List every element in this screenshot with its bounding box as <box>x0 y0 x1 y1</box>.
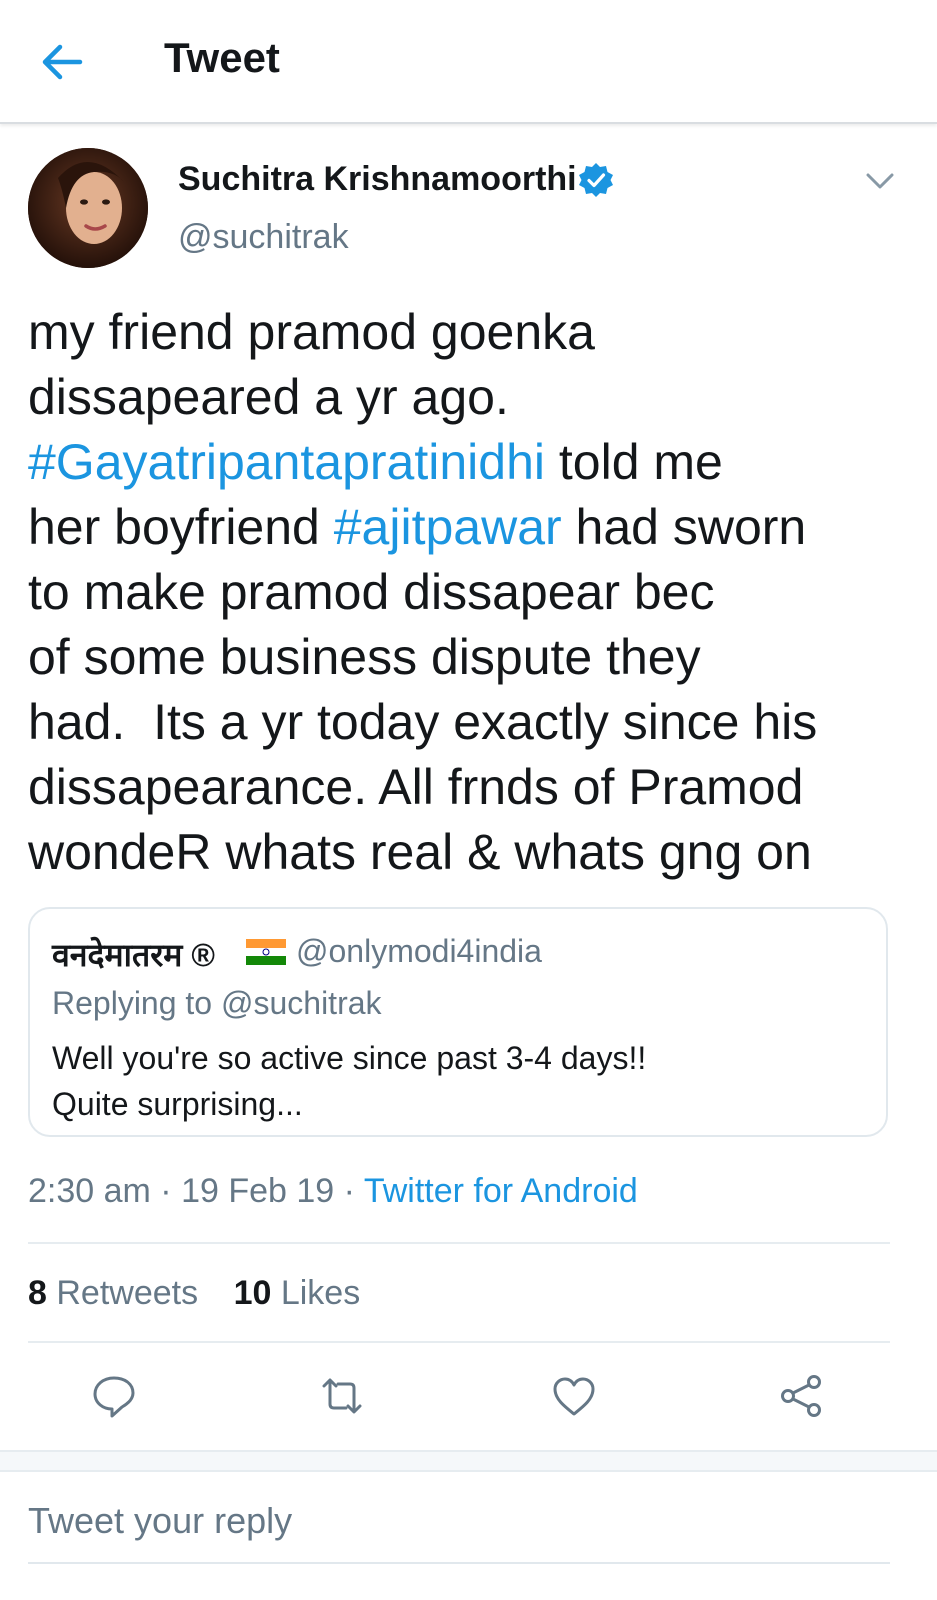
tweet-text-line: my friend pramod goenka <box>28 300 918 365</box>
tweet-text-line: to make pramod dissapear bec <box>28 560 918 625</box>
likes-label: Likes <box>280 1274 361 1312</box>
quoted-replying-to: Replying to @suchitrak <box>52 985 382 1021</box>
chevron-down-icon[interactable] <box>862 166 898 196</box>
tweet-text: my friend pramod goenka dissapeared a yr … <box>28 300 918 885</box>
tweet-text-segment: her boyfriend <box>28 499 334 555</box>
tweet-text-line: dissapeared a yr ago. <box>28 365 918 430</box>
india-flag-icon <box>246 939 286 965</box>
page-title: Tweet <box>164 34 280 81</box>
reply-input[interactable]: Tweet your reply <box>28 1500 292 1542</box>
retweets-label: Retweets <box>56 1274 199 1312</box>
like-icon[interactable] <box>550 1372 598 1420</box>
tweet-text-line: #Gayatripantapratinidhi told me <box>28 430 918 495</box>
tweet-text-segment: dissapearance. All frnds of Pramod <box>28 759 804 815</box>
retweet-icon[interactable] <box>318 1372 366 1420</box>
author-name[interactable]: Suchitra Krishnamoorthi <box>178 160 577 199</box>
tweet-text-line: dissapearance. All frnds of Pramod <box>28 755 918 820</box>
retweets-stat[interactable]: 8 Retweets <box>28 1274 198 1312</box>
tweet-meta: 2:30 am · 19 Feb 19 · Twitter for Androi… <box>28 1172 638 1211</box>
tweet-text-segment: told me <box>545 434 723 490</box>
likes-stat[interactable]: 10 Likes <box>234 1274 361 1312</box>
tweet-text-segment: to make pramod dissapear bec <box>28 564 715 620</box>
share-icon[interactable] <box>778 1372 826 1420</box>
divider <box>28 1242 890 1244</box>
divider <box>28 1341 890 1343</box>
quoted-text: Well you're so active since past 3-4 day… <box>52 1035 852 1127</box>
tweet-text-segment: had. Its a yr today exactly since his <box>28 694 818 750</box>
reply-input-underline <box>28 1562 890 1564</box>
tweet-text-line: had. Its a yr today exactly since his <box>28 690 918 755</box>
tweet-text-segment: had sworn <box>561 499 807 555</box>
hashtag-link[interactable]: #Gayatripantapratinidhi <box>28 434 545 490</box>
quoted-tweet[interactable]: वनदेमातरम ® @onlymodi4india Replying to … <box>28 907 888 1137</box>
quoted-author-name: वनदेमातरम ® <box>52 937 215 973</box>
tweet-text-line: her boyfriend #ajitpawar had sworn <box>28 495 918 560</box>
tweet-text-segment: wondeR whats real & whats gng on <box>28 824 812 880</box>
tweet-source-link[interactable]: Twitter for Android <box>364 1172 638 1210</box>
section-gap <box>0 1450 937 1472</box>
tweet-text-segment: my friend pramod goenka <box>28 304 595 360</box>
hashtag-link[interactable]: #ajitpawar <box>334 499 562 555</box>
author-handle[interactable]: @suchitrak <box>178 218 349 257</box>
tweet-text-segment: dissapeared a yr ago. <box>28 369 509 425</box>
tweet-text-segment: of some business dispute they <box>28 629 701 685</box>
quoted-author-handle: @onlymodi4india <box>296 933 542 969</box>
tweet-stats: 8 Retweets 10 Likes <box>28 1274 386 1313</box>
verified-badge-icon <box>579 163 613 197</box>
quoted-text-line: Quite surprising... <box>52 1086 303 1122</box>
meta-separator: · <box>150 1172 182 1210</box>
back-arrow-icon[interactable] <box>36 36 88 88</box>
tweet-text-line: wondeR whats real & whats gng on <box>28 820 918 885</box>
quoted-text-line: Well you're so active since past 3-4 day… <box>52 1040 647 1076</box>
top-app-bar: Tweet <box>0 0 937 124</box>
likes-count: 10 <box>233 1274 272 1312</box>
tweet-time: 2:30 am <box>28 1172 151 1210</box>
meta-separator: · <box>334 1172 364 1210</box>
tweet-date: 19 Feb 19 <box>181 1172 335 1210</box>
avatar[interactable] <box>28 148 148 268</box>
reply-icon[interactable] <box>90 1372 138 1420</box>
retweets-count: 8 <box>28 1274 47 1312</box>
tweet-text-line: of some business dispute they <box>28 625 918 690</box>
avatar-image <box>28 148 148 268</box>
